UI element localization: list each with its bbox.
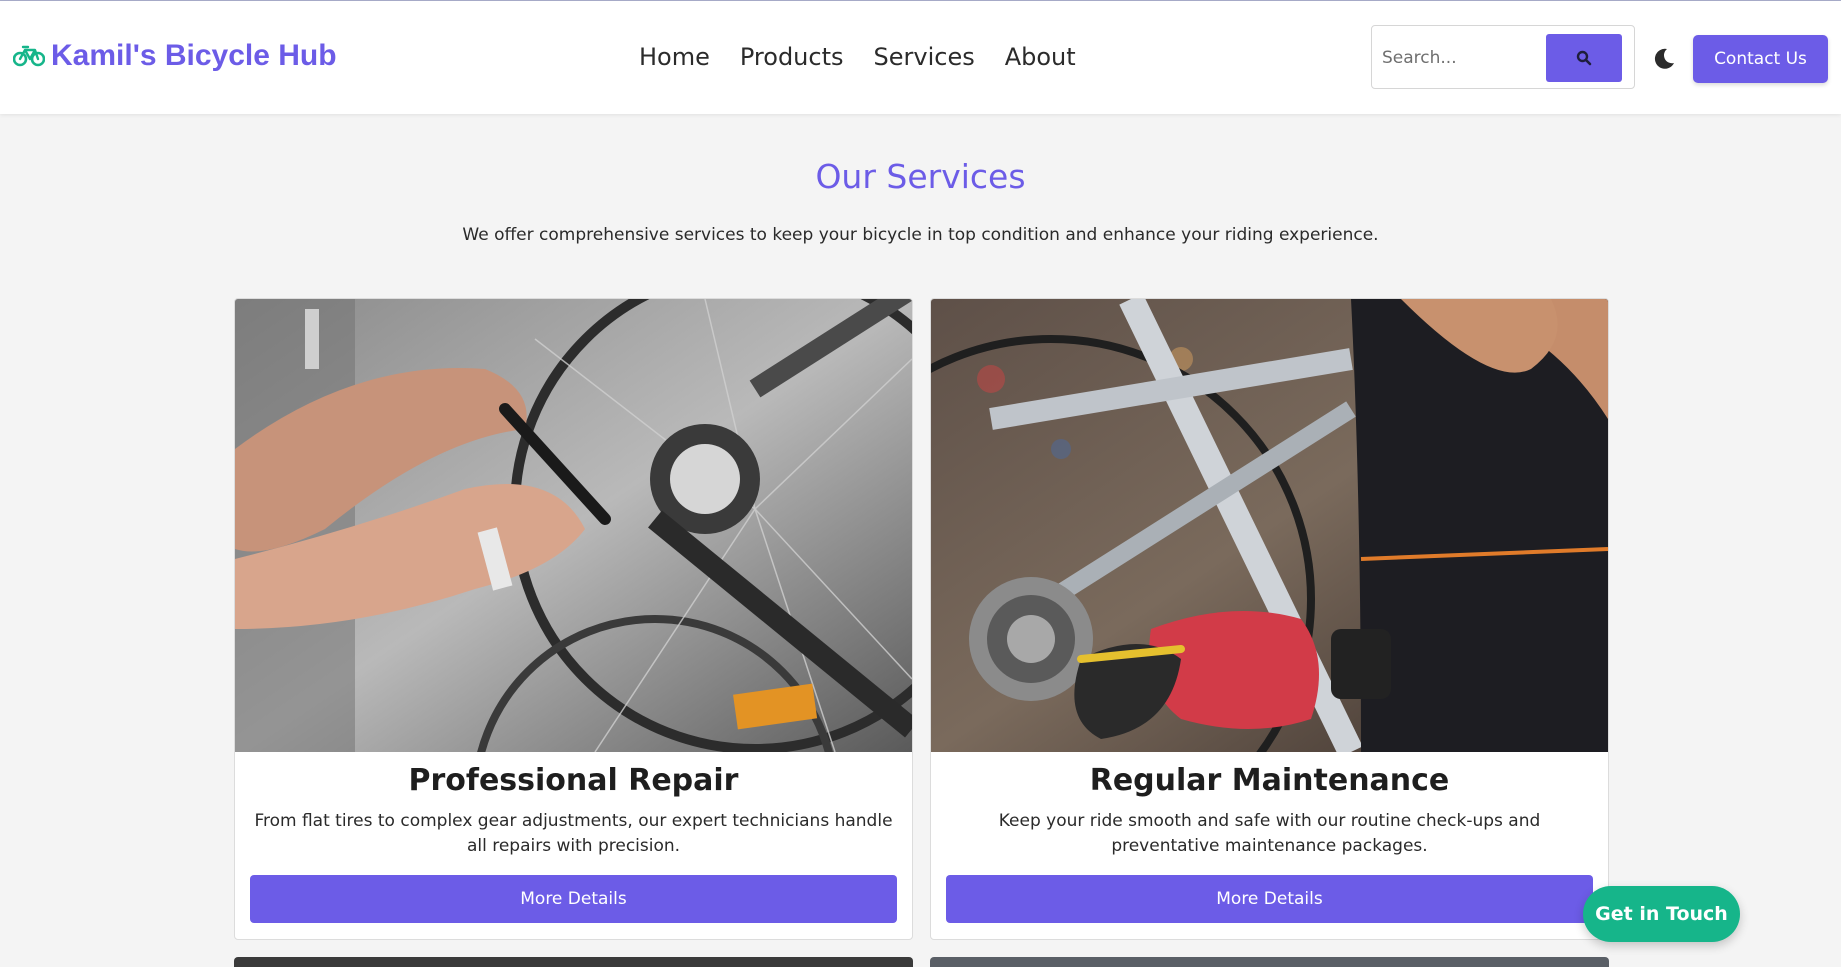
card-title: Regular Maintenance (1089, 763, 1450, 798)
repair-photo (235, 299, 912, 752)
card-title: Professional Repair (408, 763, 739, 798)
brand-logo[interactable]: Kamil's Bicycle Hub (13, 39, 337, 73)
service-card-partial (234, 957, 913, 967)
moon-icon[interactable] (1652, 47, 1676, 71)
section-title: Our Services (815, 157, 1026, 196)
nav-about[interactable]: About (1005, 43, 1076, 71)
nav-services[interactable]: Services (874, 43, 975, 71)
service-card-maintenance: Regular Maintenance Keep your ride smoot… (930, 298, 1609, 940)
maintenance-photo (931, 299, 1608, 752)
brand-name: Kamil's Bicycle Hub (51, 39, 337, 72)
card-description: From flat tires to complex gear adjustme… (254, 811, 893, 856)
search-input[interactable] (1380, 40, 1534, 76)
service-card-repair: Professional Repair From flat tires to c… (234, 298, 913, 940)
contact-us-button[interactable]: Contact Us (1693, 35, 1828, 83)
search-box (1371, 25, 1635, 89)
more-details-button[interactable]: More Details (946, 875, 1593, 923)
card-description: Keep your ride smooth and safe with our … (998, 811, 1541, 856)
more-details-button[interactable]: More Details (250, 875, 897, 923)
navbar: Kamil's Bicycle Hub Home Products Servic… (0, 1, 1841, 114)
search-button[interactable] (1546, 34, 1622, 82)
service-card-partial (930, 957, 1609, 967)
search-icon (1576, 50, 1592, 66)
get-in-touch-button[interactable]: Get in Touch (1583, 886, 1740, 942)
bicycle-icon (13, 45, 45, 67)
nav-products[interactable]: Products (740, 43, 844, 71)
nav-home[interactable]: Home (639, 43, 710, 71)
main-nav: Home Products Services About (639, 43, 1106, 71)
section-subtitle: We offer comprehensive services to keep … (462, 225, 1379, 245)
